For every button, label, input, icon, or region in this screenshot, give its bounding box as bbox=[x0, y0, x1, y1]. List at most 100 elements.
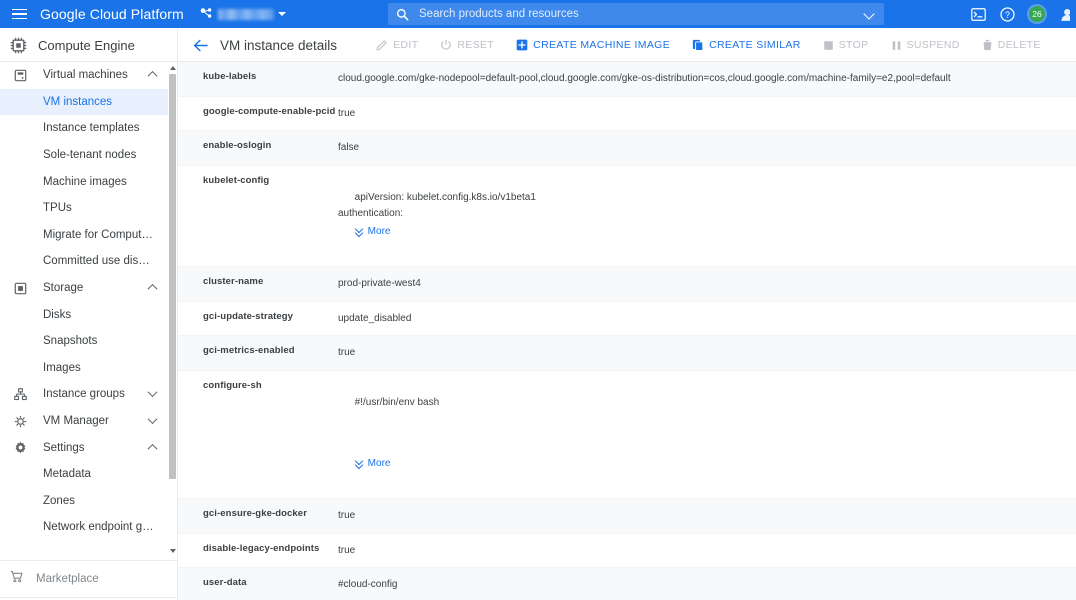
cloud-shell-icon[interactable] bbox=[971, 7, 986, 21]
reset-button[interactable]: RESET bbox=[429, 31, 505, 59]
more-label: More bbox=[367, 457, 391, 469]
expand-more-button[interactable]: More bbox=[355, 224, 391, 240]
top-bar-right-actions: ? 26 bbox=[971, 0, 1076, 28]
sidebar-item-committed-use-discounts[interactable]: Committed use discounts bbox=[0, 248, 170, 275]
arrow-back-icon[interactable] bbox=[188, 33, 212, 57]
scroll-up-arrow-icon[interactable] bbox=[168, 62, 177, 73]
sidebar-item-instance-groups[interactable]: Instance groups bbox=[0, 381, 170, 408]
project-scope-icon bbox=[200, 8, 212, 18]
chevron-up-icon[interactable] bbox=[149, 284, 156, 291]
edit-label: EDIT bbox=[393, 39, 419, 51]
svg-text:?: ? bbox=[1005, 9, 1010, 19]
more-label: More bbox=[367, 226, 391, 237]
search-dropdown-chevron-down-icon[interactable] bbox=[864, 8, 876, 20]
create-similar-label: CREATE SIMILAR bbox=[709, 39, 801, 51]
table-row: enable-oslogin false bbox=[178, 131, 1076, 166]
stop-button[interactable]: STOP bbox=[812, 31, 880, 59]
sidebar-item-vm-instances[interactable]: VM instances bbox=[0, 88, 170, 116]
sidebar-scrollbar[interactable] bbox=[168, 62, 177, 556]
delete-button[interactable]: DELETE bbox=[971, 31, 1052, 59]
vm-manager-icon bbox=[10, 415, 30, 428]
suspend-button[interactable]: SUSPEND bbox=[880, 31, 971, 59]
project-name-redacted bbox=[217, 8, 274, 20]
metadata-value: cloud.google.com/gke-nodepool=default-po… bbox=[338, 73, 951, 84]
sidebar-item-label: Disks bbox=[43, 308, 72, 321]
plus-square-icon bbox=[516, 39, 528, 51]
pencil-icon bbox=[376, 40, 387, 51]
double-chevron-down-icon bbox=[355, 459, 363, 468]
sidebar-item-disks[interactable]: Disks bbox=[0, 301, 170, 328]
sidebar-item-virtual-machines[interactable]: Virtual machines bbox=[0, 62, 170, 89]
sidebar-item-storage[interactable]: Storage bbox=[0, 275, 170, 302]
sidebar-item-tpus[interactable]: TPUs bbox=[0, 195, 170, 222]
expand-more-button[interactable]: More bbox=[355, 456, 391, 472]
sidebar-item-label: Storage bbox=[43, 282, 84, 295]
sidebar-item-sole-tenant-nodes[interactable]: Sole-tenant nodes bbox=[0, 142, 170, 169]
avatar[interactable] bbox=[1059, 7, 1070, 22]
chevron-down-icon[interactable] bbox=[149, 390, 156, 397]
metadata-key: kube-labels bbox=[203, 71, 257, 82]
chevron-up-icon[interactable] bbox=[149, 71, 156, 78]
suspend-label: SUSPEND bbox=[906, 39, 960, 51]
table-row: cluster-name prod-private-west4 bbox=[178, 267, 1076, 302]
chevron-down-icon[interactable] bbox=[149, 417, 156, 424]
table-row: gci-ensure-gke-docker true bbox=[178, 499, 1076, 534]
search-input[interactable]: Search products and resources bbox=[419, 8, 864, 20]
search-bar[interactable]: Search products and resources bbox=[388, 3, 884, 25]
copy-icon bbox=[692, 39, 704, 51]
sidebar-item-label: Virtual machines bbox=[43, 69, 128, 82]
sidebar-item-label: Sole-tenant nodes bbox=[43, 149, 137, 162]
metadata-value-group: apiVersion: kubelet.config.k8s.io/v1beta… bbox=[338, 175, 1076, 258]
table-row: user-data #cloud-config write_files: - p… bbox=[178, 568, 1076, 600]
left-sidebar: Virtual machines VM instances Instance t… bbox=[0, 62, 178, 600]
sidebar-item-zones[interactable]: Zones bbox=[0, 488, 170, 515]
scroll-down-arrow-icon[interactable] bbox=[168, 545, 177, 556]
instance-groups-icon bbox=[10, 388, 30, 401]
sidebar-scrollbar-thumb[interactable] bbox=[169, 74, 176, 479]
metadata-table: kube-labels cloud.google.com/gke-nodepoo… bbox=[178, 62, 1076, 600]
sidebar-item-settings[interactable]: Settings bbox=[0, 434, 170, 461]
sidebar-item-machine-images[interactable]: Machine images bbox=[0, 168, 170, 195]
search-icon bbox=[396, 8, 409, 20]
project-selector[interactable] bbox=[200, 0, 286, 28]
metadata-value-group: #!/usr/bin/env bash More bbox=[338, 380, 1076, 489]
edit-button[interactable]: EDIT bbox=[365, 31, 429, 59]
sidebar-item-label: Instance templates bbox=[43, 122, 140, 135]
sidebar-item-label: VM Manager bbox=[43, 415, 109, 428]
notification-badge[interactable]: 26 bbox=[1029, 6, 1045, 22]
table-row: google-compute-enable-pcid true bbox=[178, 97, 1076, 131]
storage-icon bbox=[10, 282, 30, 295]
sidebar-item-images[interactable]: Images bbox=[0, 355, 170, 382]
sidebar-item-migrate-for-compute-engine[interactable]: Migrate for Compute Engi... bbox=[0, 222, 170, 249]
sidebar-item-marketplace[interactable]: Marketplace bbox=[0, 561, 177, 597]
metadata-value: update_disabled bbox=[338, 312, 412, 324]
table-row: gci-update-strategy update_disabled bbox=[178, 302, 1076, 337]
sidebar-item-instance-templates[interactable]: Instance templates bbox=[0, 115, 170, 142]
top-app-bar: Google Cloud Platform Search products an… bbox=[0, 0, 1076, 28]
sidebar-item-label: Network endpoint groups bbox=[43, 521, 155, 534]
sidebar-item-label: Marketplace bbox=[36, 573, 99, 585]
metadata-value: apiVersion: kubelet.config.k8s.io/v1beta… bbox=[338, 192, 536, 219]
sidebar-item-label: Settings bbox=[43, 441, 85, 454]
hamburger-menu-icon[interactable] bbox=[0, 0, 38, 28]
create-similar-button[interactable]: CREATE SIMILAR bbox=[681, 31, 812, 59]
sidebar-item-vm-manager[interactable]: VM Manager bbox=[0, 408, 170, 435]
metadata-value: false bbox=[338, 142, 360, 153]
delete-label: DELETE bbox=[997, 39, 1041, 51]
metadata-key: gci-ensure-gke-docker bbox=[203, 508, 307, 519]
metadata-key: user-data bbox=[203, 577, 247, 588]
shopping-cart-icon bbox=[10, 570, 23, 588]
help-icon[interactable]: ? bbox=[1000, 6, 1015, 22]
chevron-down-icon bbox=[277, 12, 286, 16]
product-header[interactable]: Compute Engine bbox=[0, 28, 178, 62]
create-machine-image-button[interactable]: CREATE MACHINE IMAGE bbox=[505, 31, 681, 59]
chevron-up-icon[interactable] bbox=[149, 444, 156, 451]
sidebar-item-snapshots[interactable]: Snapshots bbox=[0, 328, 170, 355]
sidebar-item-network-endpoint-groups[interactable]: Network endpoint groups bbox=[0, 514, 170, 541]
metadata-value: true bbox=[338, 544, 356, 556]
sidebar-item-metadata[interactable]: Metadata bbox=[0, 461, 170, 488]
metadata-key: enable-oslogin bbox=[203, 140, 272, 151]
metadata-value: true bbox=[338, 510, 356, 521]
reset-label: RESET bbox=[457, 39, 495, 51]
sidebar-item-label: Metadata bbox=[43, 468, 91, 481]
